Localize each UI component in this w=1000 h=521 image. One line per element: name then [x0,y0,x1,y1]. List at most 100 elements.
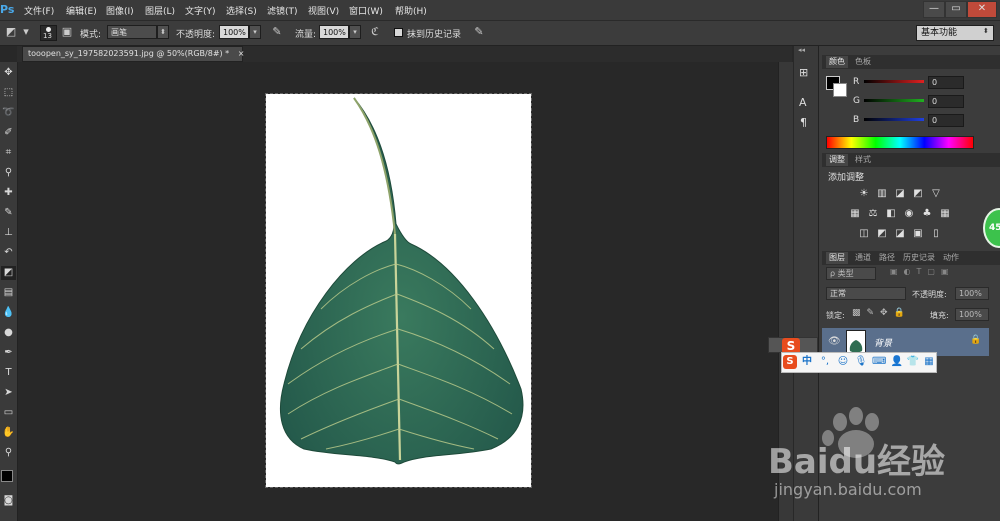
keyboard-icon[interactable]: ⌨ [872,355,886,369]
brush-tool-icon[interactable]: ✎ [1,206,16,220]
tab-actions[interactable]: 动作 [940,252,962,264]
emoji-icon[interactable]: ☺ [836,355,850,369]
layer-visibility-eye-icon[interactable]: 👁 [828,336,841,347]
tab-history[interactable]: 历史记录 [900,252,938,264]
collapse-icon[interactable]: ◂◂ [798,46,805,54]
layer-filter-icons[interactable]: ▣◐T▢▣ [890,267,986,280]
brush-panel-toggle-icon[interactable]: ▣ [60,25,74,39]
hand-tool-icon[interactable]: ✋ [1,426,16,440]
hue-saturation-icon[interactable]: ▦ [849,208,861,220]
blue-slider[interactable] [864,118,924,121]
ime-mode-toggle[interactable]: 中 [800,355,814,369]
dodge-tool-icon[interactable]: ● [1,326,16,340]
curves-icon[interactable]: ◪ [894,188,906,200]
blend-mode-select[interactable]: 正常 [826,287,906,300]
gradient-map-icon[interactable]: ▯ [930,228,942,240]
tab-adjustments[interactable]: 调整 [826,154,848,166]
tab-color[interactable]: 颜色 [826,56,848,68]
quick-mask-icon[interactable]: ◙ [1,494,16,508]
brush-preset-picker[interactable]: 13 [40,25,57,41]
background-color-chip[interactable] [833,83,847,97]
punctuation-icon[interactable]: °, [818,355,832,369]
layer-opacity-field[interactable]: 100% [955,287,989,300]
move-tool-icon[interactable]: ✥ [1,66,16,80]
shape-tool-icon[interactable]: ▭ [1,406,16,420]
selective-color-icon[interactable]: ▣ [912,228,924,240]
history-panel-icon[interactable]: ⊞ [799,66,808,79]
opacity-field[interactable]: 100% [219,25,249,39]
document-tab[interactable]: tooopen_sy_197582023591.jpg @ 50%(RGB/8#… [22,46,245,62]
erase-history-checkbox[interactable] [394,28,403,37]
threshold-icon[interactable]: ◪ [894,228,906,240]
flow-dropdown-arrow-icon[interactable]: ▾ [349,25,361,39]
menu-window[interactable]: 窗口(W) [349,4,383,17]
tab-channels[interactable]: 通道 [852,252,874,264]
black-white-icon[interactable]: ◧ [885,208,897,220]
blue-value-field[interactable]: 0 [928,114,964,127]
posterize-icon[interactable]: ◩ [876,228,888,240]
blur-tool-icon[interactable]: 💧 [1,306,16,320]
red-slider[interactable] [864,80,924,83]
path-select-tool-icon[interactable]: ➤ [1,386,16,400]
menu-view[interactable]: 视图(V) [308,4,339,17]
character-panel-icon[interactable]: A [799,96,807,109]
clone-stamp-tool-icon[interactable]: ⊥ [1,226,16,240]
invert-icon[interactable]: ◫ [858,228,870,240]
quick-select-tool-icon[interactable]: ✐ [1,126,16,140]
marquee-tool-icon[interactable]: ⬚ [1,86,16,100]
mode-select[interactable]: 画笔 [107,25,157,39]
levels-icon[interactable]: ▥ [876,188,888,200]
menu-select[interactable]: 选择(S) [226,4,257,17]
green-value-field[interactable]: 0 [928,95,964,108]
color-balance-icon[interactable]: ⚖ [867,208,879,220]
layer-filter-kind-select[interactable]: ρ 类型 [826,267,876,280]
tab-paths[interactable]: 路径 [876,252,898,264]
gradient-tool-icon[interactable]: ▤ [1,286,16,300]
eraser-tool-preset-icon[interactable]: ◩ [4,25,18,39]
document-canvas[interactable] [265,93,532,488]
maximize-button[interactable]: ▭ [945,1,967,18]
photo-filter-icon[interactable]: ◉ [903,208,915,220]
close-window-button[interactable]: ✕ [967,1,997,18]
menu-layer[interactable]: 图层(L) [145,4,175,17]
green-slider[interactable] [864,99,924,102]
history-brush-tool-icon[interactable]: ↶ [1,246,16,260]
menu-image[interactable]: 图像(I) [106,4,134,17]
toolbox-icon[interactable]: ▦ [922,355,936,369]
exposure-icon[interactable]: ◩ [912,188,924,200]
tab-swatches[interactable]: 色板 [852,56,874,68]
minimize-button[interactable]: — [923,1,945,18]
lasso-tool-icon[interactable]: ➰ [1,106,16,120]
color-spectrum-bar[interactable] [826,136,974,149]
zoom-tool-icon[interactable]: ⚲ [1,446,16,460]
eraser-tool-icon[interactable]: ◩ [1,266,16,280]
brightness-icon[interactable]: ☀ [858,188,870,200]
skin-icon[interactable]: 👕 [906,355,920,369]
foreground-color-swatch[interactable] [1,470,13,482]
flow-field[interactable]: 100% [319,25,349,39]
lock-icons[interactable]: ▩✎✥🔒 [852,308,911,318]
pen-tool-icon[interactable]: ✒ [1,346,16,360]
sogou-ime-icon[interactable]: S [783,355,797,369]
red-value-field[interactable]: 0 [928,76,964,89]
tab-styles[interactable]: 样式 [852,154,874,166]
vibrance-icon[interactable]: ▽ [930,188,942,200]
type-tool-icon[interactable]: T [1,366,16,380]
tablet-pressure-opacity-icon[interactable]: ✎ [270,25,284,39]
menu-file[interactable]: 文件(F) [24,4,54,17]
airbrush-icon[interactable]: ℭ [368,25,382,39]
tablet-pressure-size-icon[interactable]: ✎ [472,25,486,39]
crop-tool-icon[interactable]: ⌗ [1,146,16,160]
healing-brush-tool-icon[interactable]: ✚ [1,186,16,200]
fill-field[interactable]: 100% [955,308,989,321]
eyedropper-tool-icon[interactable]: ⚲ [1,166,16,180]
menu-edit[interactable]: 编辑(E) [66,4,97,17]
channel-mixer-icon[interactable]: ♣ [921,208,933,220]
color-lookup-icon[interactable]: ▦ [939,208,951,220]
voice-icon[interactable]: 🎙 [854,355,868,369]
user-icon[interactable]: 👤 [890,355,904,369]
menu-help[interactable]: 帮助(H) [395,4,427,17]
close-tab-icon[interactable]: × [238,49,245,58]
mode-select-arrow-icon[interactable]: ⬍ [157,25,169,39]
tab-layers[interactable]: 图层 [826,252,848,264]
